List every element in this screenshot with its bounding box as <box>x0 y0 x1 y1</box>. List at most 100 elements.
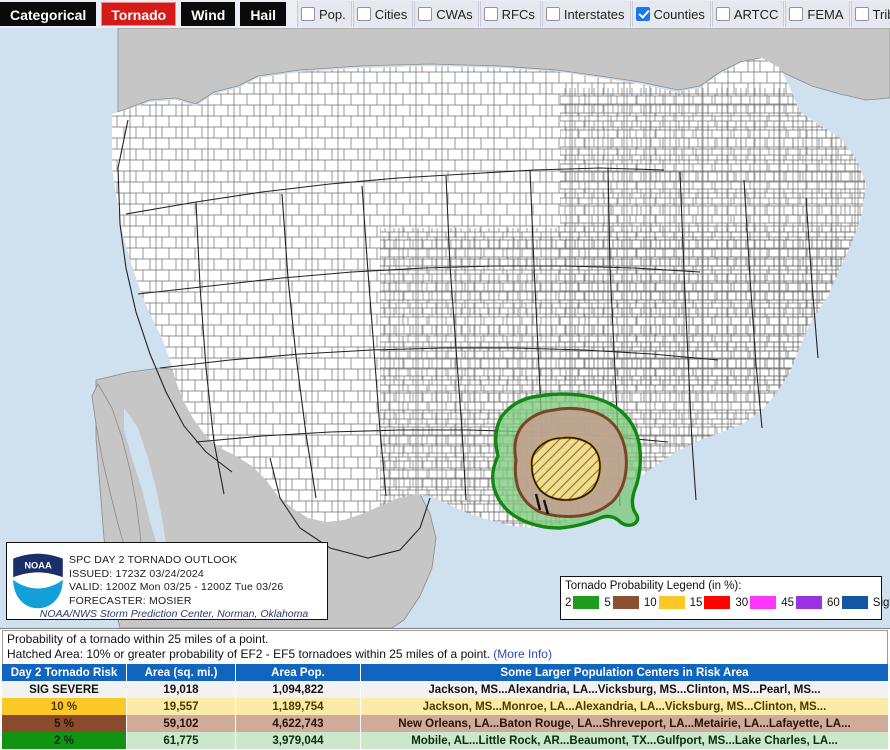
legend-title: Tornado Probability Legend (in %): <box>565 580 742 592</box>
legend-entry-10: 10 <box>644 596 690 609</box>
cell-cities-5pct: New Orleans, LA...Baton Rouge, LA...Shre… <box>360 715 888 732</box>
layer-label-cities: Cities <box>374 6 408 22</box>
cell-risk-10pct: 10 % <box>2 698 127 715</box>
legend-label-15: 15 <box>689 596 703 609</box>
layer-label-interstates: Interstates <box>563 6 625 22</box>
layer-toggle-rfcs[interactable]: RFCs <box>479 1 541 27</box>
legend-entry-sig: Sig <box>873 596 890 609</box>
legend-entry-2: 2 <box>565 596 604 609</box>
description-line-1: Probability of a tornado within 25 miles… <box>7 632 269 646</box>
cell-cities-2pct: Mobile, AL...Little Rock, AR...Beaumont,… <box>360 732 888 749</box>
layer-checkbox-group: Pop. Cities CWAs RFCs Interstates Counti… <box>297 0 890 28</box>
cell-area-2pct: 61,775 <box>126 732 236 749</box>
mode-button-hail[interactable]: Hail <box>240 2 286 26</box>
layer-label-artcc: ARTCC <box>733 6 779 22</box>
legend-label-10: 10 <box>643 596 657 609</box>
column-header-area: Area (sq. mi.) <box>126 664 236 681</box>
legend-entry-5: 5 <box>604 596 643 609</box>
outlook-title: SPC DAY 2 TORNADO OUTLOOK <box>69 554 238 566</box>
legend-label-45: 45 <box>781 596 794 609</box>
legend-swatch-10 <box>658 596 685 609</box>
spc-outlook-page: Categorical Tornado Wind Hail Pop. Citie… <box>0 0 890 750</box>
noaa-info-box: NOAA SPC DAY 2 TORNADO OUTLOOK ISSUED: 1… <box>6 542 328 620</box>
legend-entry-60: 60 <box>827 596 873 609</box>
cell-pop-10pct: 1,189,754 <box>235 698 361 715</box>
column-header-risk: Day 2 Tornado Risk <box>2 664 127 681</box>
table-row: 2 % 61,775 3,979,044 Mobile, AL...Little… <box>2 732 888 749</box>
layer-toggle-tribal[interactable]: Tribal <box>850 1 890 27</box>
legend-entry-30: 30 <box>735 596 781 609</box>
mode-button-wind[interactable]: Wind <box>181 2 236 26</box>
probability-legend-box: Tornado Probability Legend (in %): 2 5 1… <box>560 576 889 620</box>
outlook-description: Probability of a tornado within 25 miles… <box>2 630 888 664</box>
cell-risk-5pct: 5 % <box>2 715 127 732</box>
table-header-row: Day 2 Tornado Risk Area (sq. mi.) Area P… <box>2 664 888 681</box>
layer-toggle-artcc[interactable]: ARTCC <box>711 1 785 27</box>
legend-swatch-60 <box>841 596 868 609</box>
noaa-info-text: SPC DAY 2 TORNADO OUTLOOK ISSUED: 1723Z … <box>69 554 327 608</box>
legend-entry-45: 45 <box>781 596 827 609</box>
layer-label-fema: FEMA <box>807 6 844 22</box>
cell-pop-5pct: 4,622,743 <box>235 715 361 732</box>
cell-pop-sig-severe: 1,094,822 <box>235 681 361 698</box>
more-info-link[interactable]: (More Info) <box>493 647 552 661</box>
outlook-forecaster: FORECASTER: MOSIER <box>69 594 192 607</box>
layer-label-tribal: Tribal <box>872 6 890 22</box>
layer-toggle-pop[interactable]: Pop. <box>297 1 352 27</box>
layer-label-pop: Pop. <box>319 6 346 22</box>
legend-swatch-5 <box>612 596 639 609</box>
checkbox-cwas[interactable] <box>418 7 433 21</box>
cell-risk-2pct: 2 % <box>2 732 127 749</box>
checkbox-pop[interactable] <box>301 7 315 21</box>
legend-label-60: 60 <box>827 596 840 609</box>
cell-cities-10pct: Jackson, MS...Monroe, LA...Alexandria, L… <box>360 698 888 715</box>
cell-cities-sig-severe: Jackson, MS...Alexandria, LA...Vicksburg… <box>360 681 888 698</box>
legend-label-2: 2 <box>565 596 572 609</box>
legend-swatch-2 <box>573 596 600 609</box>
checkbox-fema[interactable] <box>789 7 804 21</box>
outlook-valid: VALID: 1200Z Mon 03/25 - 1200Z Tue 03/26 <box>69 581 284 593</box>
layer-label-counties: Counties <box>653 6 705 22</box>
noaa-logo: NOAA <box>7 281 69 628</box>
layer-toggle-cities[interactable]: Cities <box>352 1 414 27</box>
layer-toggle-cwas[interactable]: CWAs <box>414 1 479 27</box>
bottom-panel: Probability of a tornado within 25 miles… <box>0 628 890 750</box>
cell-area-sig-severe: 19,018 <box>126 681 236 698</box>
checkbox-tribal[interactable] <box>854 7 869 21</box>
toolbar: Categorical Tornado Wind Hail Pop. Citie… <box>0 0 890 28</box>
cell-area-10pct: 19,557 <box>126 698 236 715</box>
noaa-logo-text: NOAA <box>24 561 52 571</box>
table-row: 5 % 59,102 4,622,743 New Orleans, LA...B… <box>2 715 888 732</box>
layer-label-cwas: CWAs <box>436 6 473 22</box>
checkbox-interstates[interactable] <box>545 7 560 21</box>
legend-swatch-30 <box>750 596 777 609</box>
legend-swatch-45 <box>796 596 822 609</box>
checkbox-rfcs[interactable] <box>483 7 498 21</box>
checkbox-artcc[interactable] <box>715 7 730 21</box>
cell-area-5pct: 59,102 <box>126 715 236 732</box>
risk-summary-table: Day 2 Tornado Risk Area (sq. mi.) Area P… <box>2 664 888 749</box>
layer-toggle-fema[interactable]: FEMA <box>785 1 850 27</box>
layer-toggle-interstates[interactable]: Interstates <box>541 1 631 27</box>
column-header-cities: Some Larger Population Centers in Risk A… <box>360 664 888 681</box>
cell-risk-sig-severe: SIG SEVERE <box>2 681 127 698</box>
layer-label-rfcs: RFCs <box>501 6 535 22</box>
legend-swatch-15 <box>704 596 731 609</box>
outlook-issued: ISSUED: 1723Z 03/24/2024 <box>69 567 204 580</box>
table-row: 10 % 19,557 1,189,754 Jackson, MS...Monr… <box>2 698 888 715</box>
noaa-credit: NOAA/NWS Storm Prediction Center, Norman… <box>39 608 309 620</box>
checkbox-counties[interactable] <box>635 7 650 21</box>
cell-pop-2pct: 3,979,044 <box>235 732 361 749</box>
map-canvas[interactable] <box>0 28 890 628</box>
mode-button-tornado[interactable]: Tornado <box>101 2 177 26</box>
description-line-2-text: Hatched Area: 10% or greater probability… <box>7 647 490 661</box>
risk-area-sig-severe-hatched[interactable] <box>530 436 601 501</box>
product-mode-group: Categorical Tornado Wind Hail <box>0 0 291 28</box>
checkbox-cities[interactable] <box>356 7 371 21</box>
layer-toggle-counties[interactable]: Counties <box>631 1 711 27</box>
legend-items: 2 5 10 15 30 45 60 Sig <box>565 596 889 609</box>
legend-label-30: 30 <box>735 596 749 609</box>
column-header-pop: Area Pop. <box>235 664 361 681</box>
mode-button-categorical[interactable]: Categorical <box>0 2 97 26</box>
outlook-map[interactable]: NOAA SPC DAY 2 TORNADO OUTLOOK ISSUED: 1… <box>0 28 890 628</box>
